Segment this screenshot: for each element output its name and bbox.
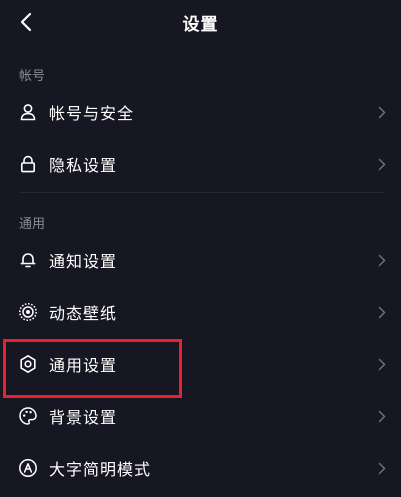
settings-item-label: 通知设置 — [49, 252, 118, 271]
text-size-icon — [17, 457, 39, 479]
chevron-right-icon — [377, 105, 387, 119]
palette-icon — [17, 405, 39, 427]
highlight-box — [3, 339, 182, 398]
bell-icon — [17, 249, 39, 271]
page-title: 设置 — [182, 15, 219, 35]
settings-item-privacy[interactable]: 隐私设置 — [0, 139, 401, 189]
section-divider — [19, 192, 383, 193]
section-label-account: 帐号 — [19, 69, 46, 84]
settings-item-label: 帐号与安全 — [49, 104, 135, 123]
settings-item-live-wallpaper[interactable]: 动态壁纸 — [0, 287, 401, 337]
settings-item-label: 动态壁纸 — [49, 304, 118, 323]
user-icon — [17, 101, 39, 123]
chevron-right-icon — [377, 157, 387, 171]
settings-item-account-security[interactable]: 帐号与安全 — [0, 87, 401, 137]
chevron-right-icon — [377, 305, 387, 319]
settings-item-label: 背景设置 — [49, 408, 118, 427]
settings-item-label: 大字简明模式 — [49, 460, 152, 479]
chevron-right-icon — [377, 357, 387, 371]
settings-screen: 设置 帐号 帐号与安全 隐私设置 通用 通知设置 动态壁纸 通用设置 背景设置 … — [0, 0, 401, 497]
settings-item-large-text-mode[interactable]: 大字简明模式 — [0, 443, 401, 493]
section-label-general: 通用 — [19, 217, 46, 232]
chevron-right-icon — [377, 253, 387, 267]
settings-item-notification[interactable]: 通知设置 — [0, 235, 401, 285]
settings-item-label: 隐私设置 — [49, 156, 118, 175]
top-bar: 设置 — [0, 0, 401, 44]
chevron-right-icon — [377, 409, 387, 423]
settings-item-background[interactable]: 背景设置 — [0, 391, 401, 441]
live-wallpaper-icon — [17, 301, 39, 323]
chevron-right-icon — [377, 461, 387, 475]
lock-icon — [17, 153, 39, 175]
